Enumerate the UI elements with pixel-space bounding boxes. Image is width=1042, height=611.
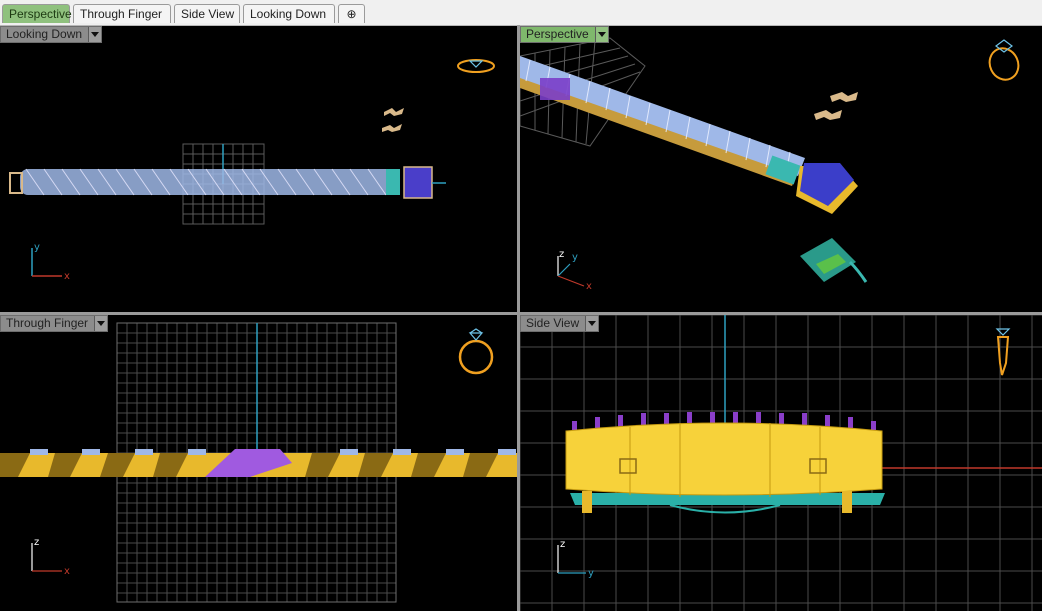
green-part bbox=[800, 238, 868, 283]
viewport-tab-bar: Perspective Through Finger Side View Loo… bbox=[0, 0, 1042, 26]
axis-gizmo: z y x bbox=[557, 249, 592, 292]
axis-z-label: z bbox=[34, 537, 39, 548]
bracelet-chain bbox=[0, 449, 517, 477]
viewport-label-side-view[interactable]: Side View bbox=[520, 315, 600, 332]
viewport-through-finger[interactable]: z x Through Finger bbox=[0, 315, 517, 611]
viewport-looking-down[interactable]: y x Looking Down bbox=[0, 26, 517, 312]
chevron-down-icon[interactable] bbox=[594, 27, 608, 42]
axis-y-label: y bbox=[572, 252, 578, 263]
viewport-perspective[interactable]: z y x Perspective bbox=[520, 26, 1042, 312]
ring-orientation-icon[interactable] bbox=[458, 328, 494, 375]
tab-looking-down[interactable]: Looking Down bbox=[243, 4, 335, 23]
clasp bbox=[796, 163, 858, 214]
viewport-label-through-finger[interactable]: Through Finger bbox=[0, 315, 109, 332]
ring-orientation-icon[interactable] bbox=[985, 39, 1024, 84]
chevron-down-icon[interactable] bbox=[94, 316, 108, 331]
axis-y-label: y bbox=[34, 242, 40, 253]
axis-y-label: y bbox=[588, 568, 594, 579]
perspective-canvas: z y x bbox=[520, 37, 1024, 292]
axis-x-label: x bbox=[64, 566, 70, 577]
clasp-body bbox=[565, 422, 885, 514]
viewport-label-text: Looking Down bbox=[6, 27, 83, 41]
axis-z-label: z bbox=[560, 539, 565, 550]
chevron-down-icon[interactable] bbox=[88, 27, 102, 42]
clasp bbox=[403, 166, 433, 199]
axis-gizmo: z y bbox=[557, 539, 594, 579]
tab-through-finger[interactable]: Through Finger bbox=[73, 4, 171, 23]
axis-gizmo: y x bbox=[31, 242, 70, 282]
add-tab-button[interactable]: ⊕ bbox=[338, 4, 365, 23]
side-view-canvas: z y bbox=[520, 315, 1042, 611]
ring-orientation-icon[interactable] bbox=[995, 328, 1011, 376]
through-finger-canvas: z x bbox=[0, 322, 517, 603]
viewport-splitter-horizontal[interactable] bbox=[0, 312, 1042, 315]
axis-x-label: x bbox=[586, 281, 592, 292]
axis-z-label: z bbox=[559, 249, 564, 260]
viewport-side-view[interactable]: z y Side View bbox=[520, 315, 1042, 611]
viewport-label-text: Side View bbox=[526, 316, 580, 330]
viewport-splitter-vertical[interactable] bbox=[517, 25, 520, 611]
tab-side-view[interactable]: Side View bbox=[174, 4, 240, 23]
viewport-label-text: Through Finger bbox=[6, 316, 89, 330]
tab-perspective[interactable]: Perspective bbox=[2, 4, 72, 23]
viewport-label-perspective[interactable]: Perspective bbox=[520, 26, 609, 43]
viewport-label-looking-down[interactable]: Looking Down bbox=[0, 26, 103, 43]
viewport-label-text: Perspective bbox=[526, 27, 589, 41]
chevron-down-icon[interactable] bbox=[585, 316, 599, 331]
axis-x-label: x bbox=[64, 271, 70, 282]
axis-gizmo: z x bbox=[31, 537, 70, 577]
ring-orientation-icon[interactable] bbox=[457, 59, 495, 73]
looking-down-canvas: y x bbox=[9, 59, 495, 282]
